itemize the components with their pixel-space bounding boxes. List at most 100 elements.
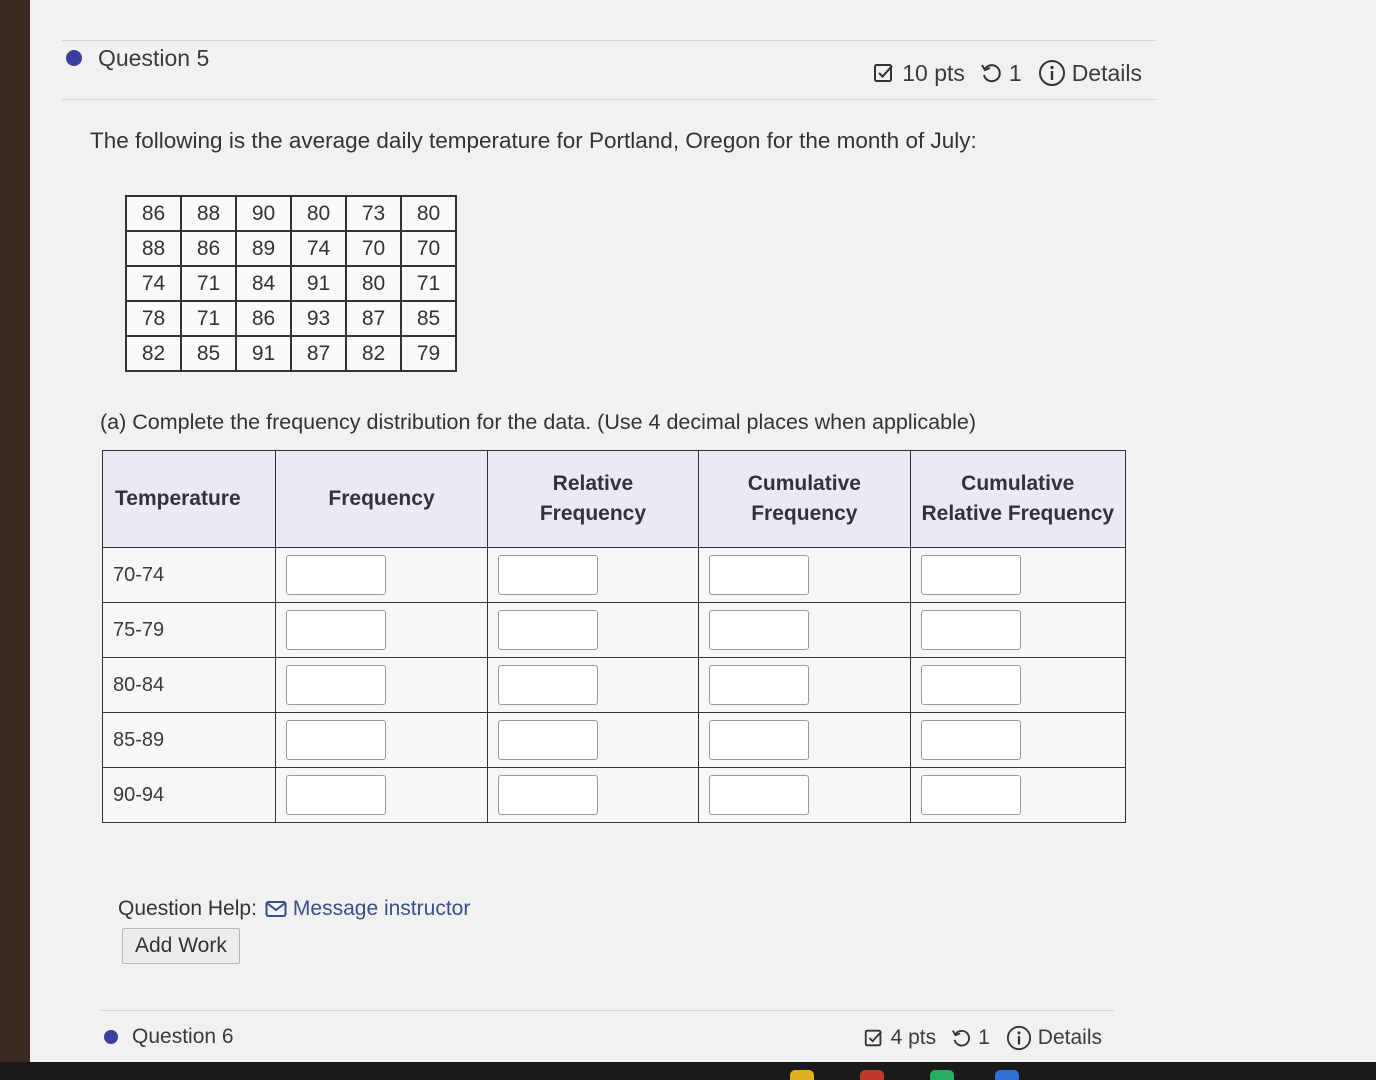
relative-frequency-input[interactable] xyxy=(497,665,598,705)
data-cell: 88 xyxy=(125,230,182,267)
data-cell: 71 xyxy=(400,265,457,302)
data-cell: 87 xyxy=(290,335,347,372)
question-5-header: Question 5 10 pts 1 Details xyxy=(62,40,1156,100)
answer-cell xyxy=(486,547,700,603)
answer-cell xyxy=(275,712,488,768)
taskbar-app-icon[interactable] xyxy=(860,1070,884,1080)
retry-icon xyxy=(952,1029,971,1047)
data-cell: 78 xyxy=(125,300,182,337)
info-icon[interactable] xyxy=(1038,59,1066,87)
cumulative-relative-frequency-input[interactable] xyxy=(920,720,1021,760)
details-link[interactable]: Details xyxy=(1072,60,1142,87)
data-cell: 71 xyxy=(180,300,237,337)
help-label: Question Help: xyxy=(118,897,257,920)
data-cell: 80 xyxy=(345,265,402,302)
retry-icon xyxy=(981,64,1001,83)
data-cell: 93 xyxy=(290,300,347,337)
data-cell: 74 xyxy=(290,230,347,267)
answer-cell xyxy=(486,602,700,658)
table-row: 70-74 xyxy=(101,547,1127,603)
table-row: 80-84 xyxy=(101,657,1127,713)
question-meta: 4 pts 1 Details xyxy=(863,1025,1102,1051)
envelope-icon xyxy=(265,901,287,917)
cumulative-relative-frequency-input[interactable] xyxy=(920,665,1021,705)
attempts-count: 1 xyxy=(978,1026,990,1049)
cumulative-frequency-input[interactable] xyxy=(709,610,810,650)
answer-cell xyxy=(275,547,488,603)
taskbar xyxy=(0,1062,1376,1080)
header-relative-frequency: Relative Frequency xyxy=(486,450,700,548)
info-icon[interactable] xyxy=(1006,1025,1032,1051)
data-cell: 85 xyxy=(180,335,237,372)
frequency-input[interactable] xyxy=(286,610,387,650)
answer-cell xyxy=(909,712,1127,768)
answer-cell xyxy=(275,657,488,713)
frequency-input[interactable] xyxy=(286,775,387,815)
class-interval-label: 90-94 xyxy=(101,767,277,823)
table-row: 75-79 xyxy=(101,602,1127,658)
checkbox-icon xyxy=(874,64,893,82)
data-cell: 88 xyxy=(180,195,237,232)
cumulative-frequency-input[interactable] xyxy=(709,720,810,760)
frequency-input[interactable] xyxy=(286,665,387,705)
cumulative-relative-frequency-input[interactable] xyxy=(920,555,1021,595)
header-cumulative-frequency: Cumulative Frequency xyxy=(698,450,911,548)
data-cell: 87 xyxy=(345,300,402,337)
frequency-input[interactable] xyxy=(286,555,387,595)
answer-cell xyxy=(909,602,1127,658)
answer-cell xyxy=(486,657,700,713)
answer-cell xyxy=(909,767,1127,823)
message-instructor-label: Message instructor xyxy=(292,897,471,920)
data-row: 82 85 91 87 82 79 xyxy=(125,335,457,372)
data-cell: 71 xyxy=(180,265,237,302)
data-cell: 85 xyxy=(400,300,457,337)
table-row: 85-89 xyxy=(101,712,1127,768)
taskbar-app-icon[interactable] xyxy=(995,1070,1019,1080)
relative-frequency-input[interactable] xyxy=(497,720,598,760)
cumulative-frequency-input[interactable] xyxy=(709,665,810,705)
answer-cell xyxy=(909,657,1127,713)
cumulative-frequency-input[interactable] xyxy=(709,775,810,815)
data-cell: 91 xyxy=(235,335,292,372)
data-cell: 86 xyxy=(125,195,182,232)
data-row: 88 86 89 74 70 70 xyxy=(125,230,457,267)
taskbar-app-icon[interactable] xyxy=(790,1070,814,1080)
cumulative-relative-frequency-input[interactable] xyxy=(920,610,1021,650)
checkbox-icon xyxy=(864,1029,882,1047)
taskbar-app-icon[interactable] xyxy=(930,1070,954,1080)
question-title: Question 5 xyxy=(98,45,210,71)
question-status-dot xyxy=(66,50,82,66)
header-frequency: Frequency xyxy=(275,450,488,548)
cumulative-frequency-input[interactable] xyxy=(709,555,810,595)
cumulative-relative-frequency-input[interactable] xyxy=(920,775,1021,815)
relative-frequency-input[interactable] xyxy=(497,610,598,650)
answer-cell xyxy=(698,657,911,713)
answer-cell xyxy=(909,547,1127,603)
answer-cell xyxy=(698,767,911,823)
question-prompt: The following is the average daily tempe… xyxy=(90,128,977,153)
data-cell: 80 xyxy=(290,195,347,232)
answer-cell xyxy=(698,547,911,603)
data-row: 86 88 90 80 73 80 xyxy=(125,195,457,232)
browser-viewport: Question 5 10 pts 1 Details The followin… xyxy=(30,0,1376,1062)
answer-cell xyxy=(275,767,488,823)
answer-cell xyxy=(486,767,700,823)
answer-cell xyxy=(698,602,911,658)
data-row: 78 71 86 93 87 85 xyxy=(125,300,457,337)
data-cell: 82 xyxy=(125,335,182,372)
relative-frequency-input[interactable] xyxy=(497,555,598,595)
details-link[interactable]: Details xyxy=(1038,1026,1102,1050)
data-cell: 70 xyxy=(345,230,402,267)
question-title: Question 6 xyxy=(132,1025,234,1048)
question-6-header: Question 6 4 pts 1 Details xyxy=(100,1010,1114,1063)
class-interval-label: 75-79 xyxy=(101,602,277,658)
data-cell: 82 xyxy=(345,335,402,372)
frequency-input[interactable] xyxy=(286,720,387,760)
relative-frequency-input[interactable] xyxy=(497,775,598,815)
data-cell: 89 xyxy=(235,230,292,267)
part-a-instructions: (a) Complete the frequency distribution … xyxy=(100,410,976,434)
message-instructor-link[interactable]: Message instructor xyxy=(265,897,470,921)
table-row: 90-94 xyxy=(101,767,1127,823)
class-interval-label: 80-84 xyxy=(101,657,277,713)
add-work-button[interactable]: Add Work xyxy=(122,928,240,964)
